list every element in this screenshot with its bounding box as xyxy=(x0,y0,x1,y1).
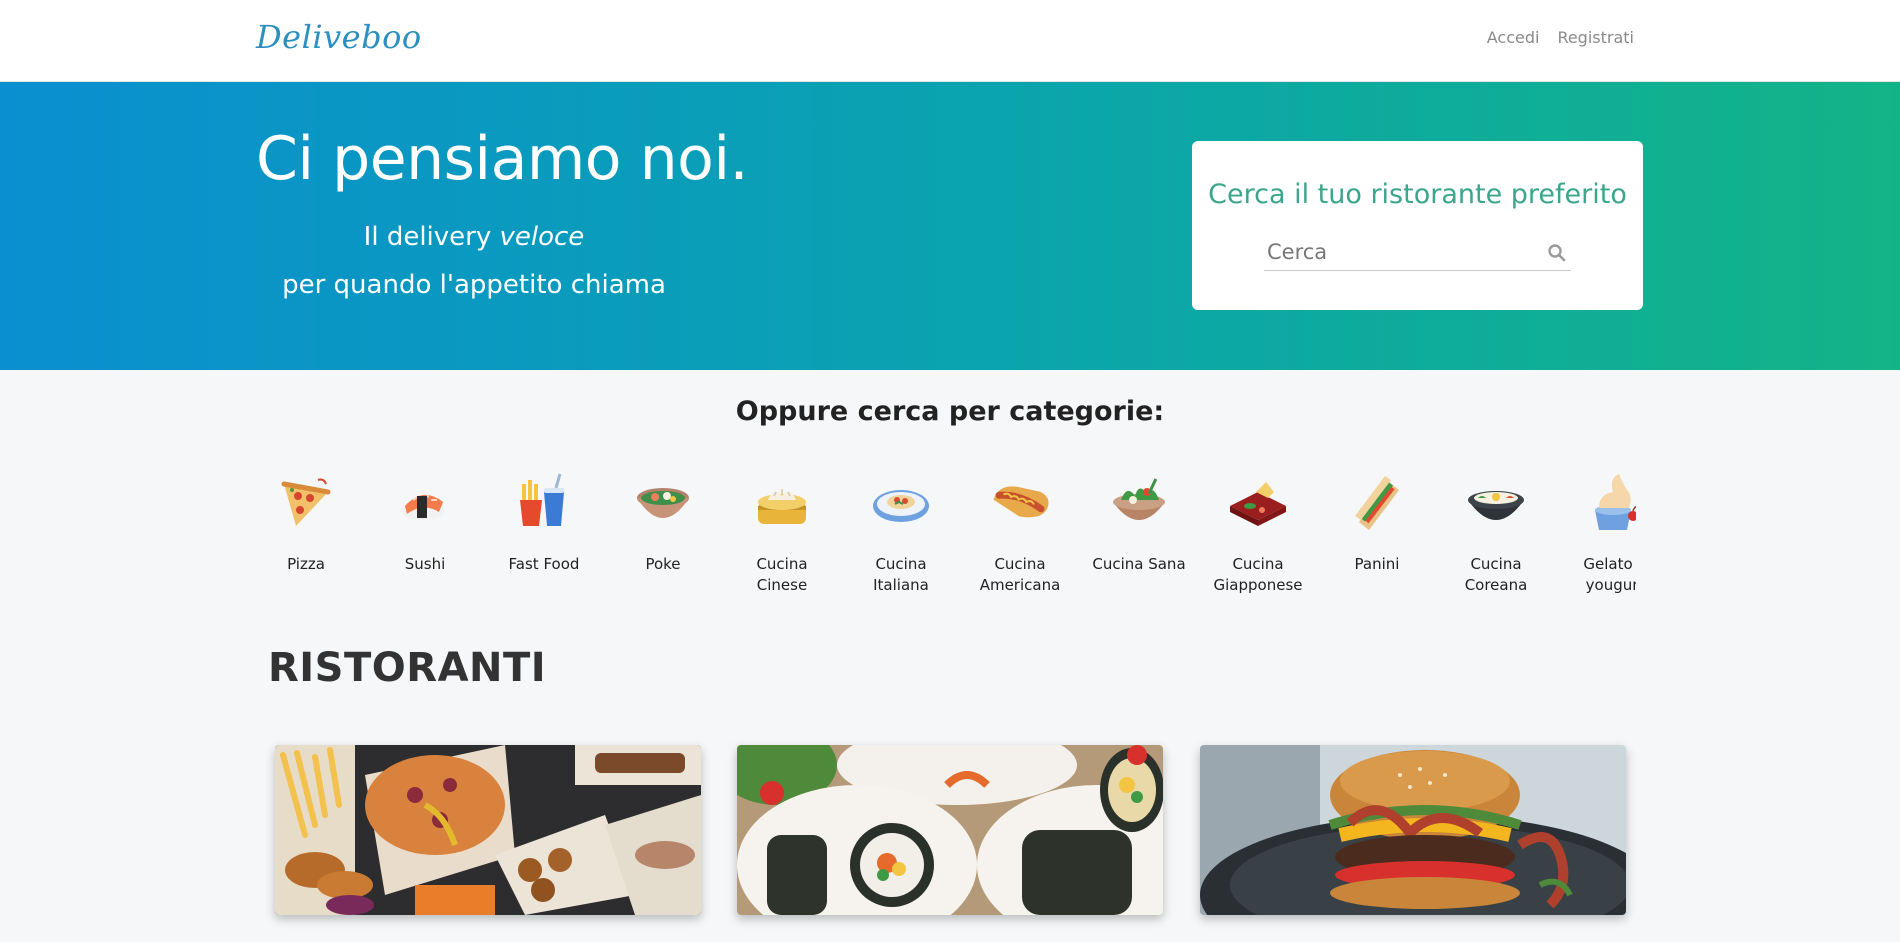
hero-title: Ci pensiamo noi. xyxy=(256,124,749,194)
category-gelato[interactable]: Gelato e yougurt xyxy=(1565,470,1636,596)
login-link[interactable]: Accedi xyxy=(1487,28,1540,47)
category-fast-food[interactable]: Fast Food xyxy=(494,470,594,575)
hero-subtitle-line2: per quando l'appetito chiama xyxy=(282,270,666,300)
ice-cream-icon xyxy=(1595,474,1636,530)
pizza-icon xyxy=(281,478,331,526)
hero-subtitle-emphasis: veloce xyxy=(499,222,585,252)
search-icon[interactable] xyxy=(1547,243,1567,263)
category-panini[interactable]: Panini xyxy=(1327,470,1427,575)
salad-bowl-icon xyxy=(1113,478,1165,520)
restaurant-card[interactable] xyxy=(275,745,701,915)
sushi-icon xyxy=(401,494,445,520)
category-cinese[interactable]: Cucina Cinese xyxy=(732,470,832,596)
hero-subtitle-line1: Il delivery veloce xyxy=(256,222,692,252)
dim-sum-icon xyxy=(758,489,806,524)
search-field xyxy=(1264,235,1571,271)
sandwich-icon xyxy=(1355,476,1399,530)
sushi-rolls-photo xyxy=(737,745,1163,915)
category-label: Fast Food xyxy=(508,555,580,573)
category-label: Cucina Giapponese xyxy=(1213,555,1303,594)
bento-icon xyxy=(1230,482,1286,526)
search-title: Cerca il tuo ristorante preferito xyxy=(1208,179,1627,210)
hero-banner: Ci pensiamo noi. Il delivery veloce per … xyxy=(0,82,1900,370)
register-link[interactable]: Registrati xyxy=(1557,28,1634,47)
pizza-platter-photo xyxy=(275,745,701,915)
nav-links: Accedi Registrati xyxy=(1487,28,1634,47)
category-americana[interactable]: Cucina Americana xyxy=(970,470,1070,596)
category-sana[interactable]: Cucina Sana xyxy=(1089,470,1189,575)
category-label: Sushi xyxy=(404,555,446,573)
restaurant-card[interactable] xyxy=(737,745,1163,915)
poke-icon xyxy=(637,488,689,518)
category-coreana[interactable]: Cucina Coreana xyxy=(1446,470,1546,596)
restaurant-card[interactable] xyxy=(1200,745,1626,915)
hot-dog-icon xyxy=(993,486,1049,518)
category-pizza[interactable]: Pizza xyxy=(256,470,356,575)
category-label: Cucina Cinese xyxy=(756,555,808,594)
category-sushi[interactable]: Sushi xyxy=(375,470,475,575)
brand-logo[interactable]: Deliveboo xyxy=(256,18,422,56)
category-label: Panini xyxy=(1354,555,1400,573)
category-label: Cucina Coreana xyxy=(1464,555,1528,594)
category-label: Cucina Americana xyxy=(979,555,1061,594)
category-giapponese[interactable]: Cucina Giapponese xyxy=(1208,470,1308,596)
categories-carousel: Pizza Sushi Fast Food Poke Cucina Cinese… xyxy=(256,470,1636,602)
restaurants-heading: RISTORANTI xyxy=(268,645,547,691)
category-label: Cucina Italiana xyxy=(873,555,929,594)
category-label: Gelato e yougurt xyxy=(1583,555,1636,594)
category-label: Cucina Sana xyxy=(1092,555,1186,573)
category-label: Poke xyxy=(645,555,681,573)
hero-subtitle-prefix: Il delivery xyxy=(363,222,500,252)
bibimbap-icon xyxy=(1468,491,1524,520)
italian-dish-icon xyxy=(873,490,929,522)
fast-food-icon xyxy=(520,473,564,526)
category-italiana[interactable]: Cucina Italiana xyxy=(851,470,951,596)
category-label: Pizza xyxy=(287,555,325,573)
categories-heading: Oppure cerca per categorie: xyxy=(735,396,1165,427)
search-input[interactable] xyxy=(1264,235,1534,269)
bacon-burger-photo xyxy=(1200,745,1626,915)
search-card: Cerca il tuo ristorante preferito xyxy=(1192,141,1643,310)
navbar: Deliveboo Accedi Registrati xyxy=(0,0,1900,82)
category-poke[interactable]: Poke xyxy=(613,470,713,575)
